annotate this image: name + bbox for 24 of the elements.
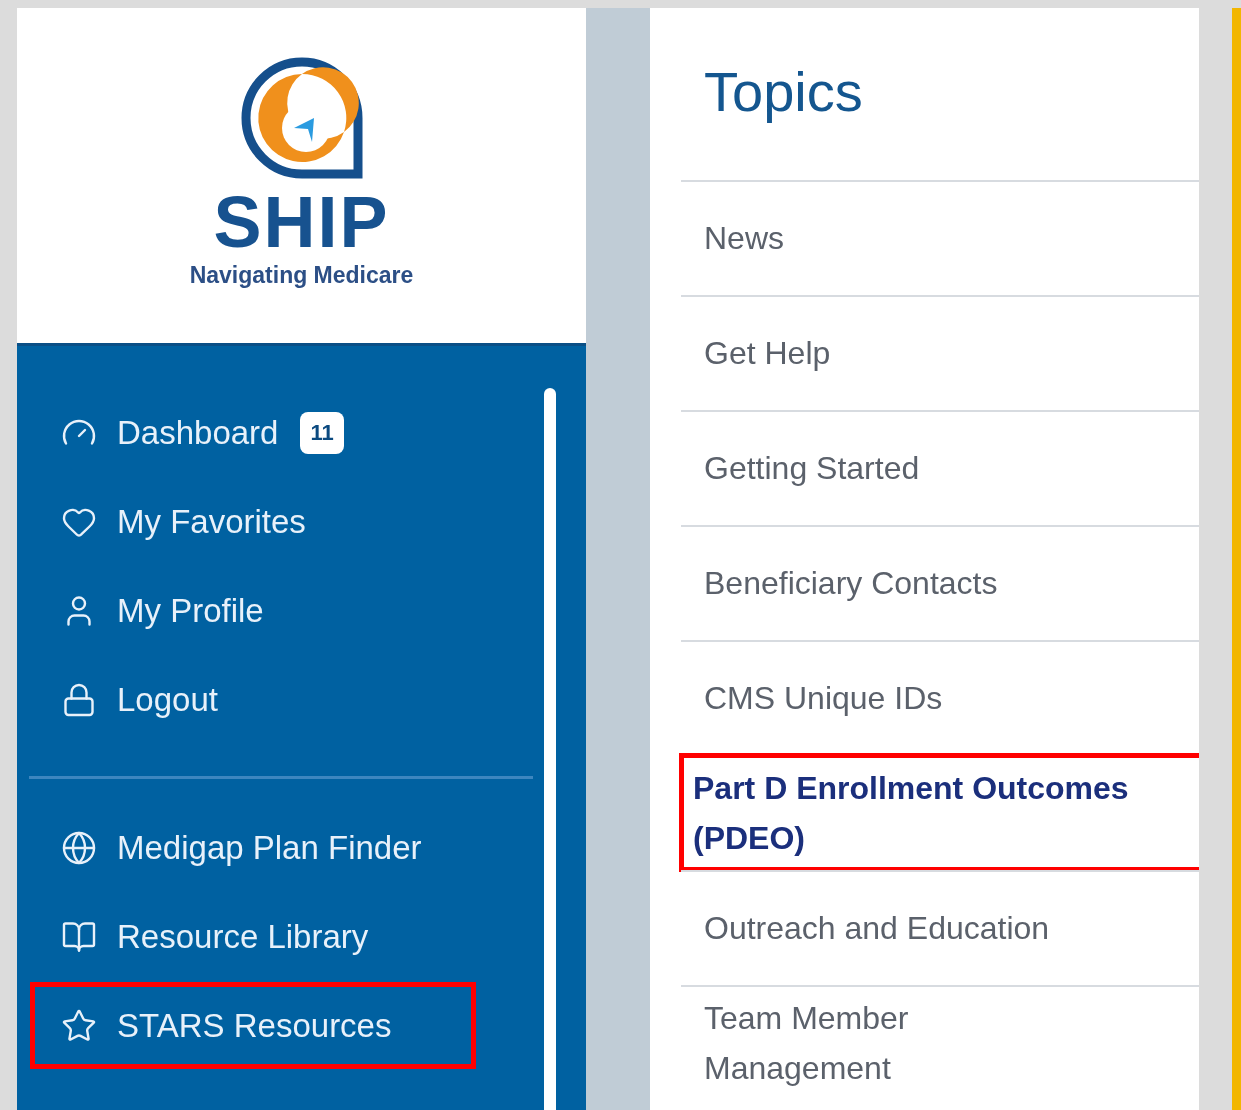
topic-link[interactable]: Beneficiary Contacts xyxy=(681,525,1199,640)
topic-link[interactable]: Part D Enrollment Outcomes (PDEO) xyxy=(681,755,1199,870)
logo-tagline: Navigating Medicare xyxy=(189,262,414,289)
topic-link[interactable]: Getting Started xyxy=(681,410,1199,525)
globe-icon xyxy=(61,829,97,866)
scrollbar[interactable] xyxy=(544,388,556,1110)
sidebar-item[interactable]: STARS Resources xyxy=(29,981,477,1070)
topic-link[interactable]: Team Member Management xyxy=(681,985,1199,1100)
lock-icon xyxy=(61,681,97,718)
topic-link[interactable]: Get Help xyxy=(681,295,1199,410)
star-icon xyxy=(61,1007,97,1044)
sidebar-item[interactable]: Dashboard 11 xyxy=(29,388,477,477)
logo-icon xyxy=(239,56,364,180)
topic-link[interactable]: Outreach and Education xyxy=(681,870,1199,985)
sidebar-item[interactable]: My Favorites xyxy=(29,477,477,566)
count-badge: 11 xyxy=(300,411,344,454)
sidebar-item[interactable]: Logout xyxy=(29,655,477,744)
topic-link[interactable]: CMS Unique IDs xyxy=(681,640,1199,755)
topic-link[interactable]: News xyxy=(681,180,1199,295)
sidebar-item[interactable]: Resource Library xyxy=(29,892,477,981)
topics-heading: Topics xyxy=(703,59,863,125)
sidebar-item[interactable]: My Profile xyxy=(29,566,477,655)
sidebar-item[interactable]: Medigap Plan Finder xyxy=(29,803,477,892)
logo-wordmark: SHIP xyxy=(213,186,390,258)
